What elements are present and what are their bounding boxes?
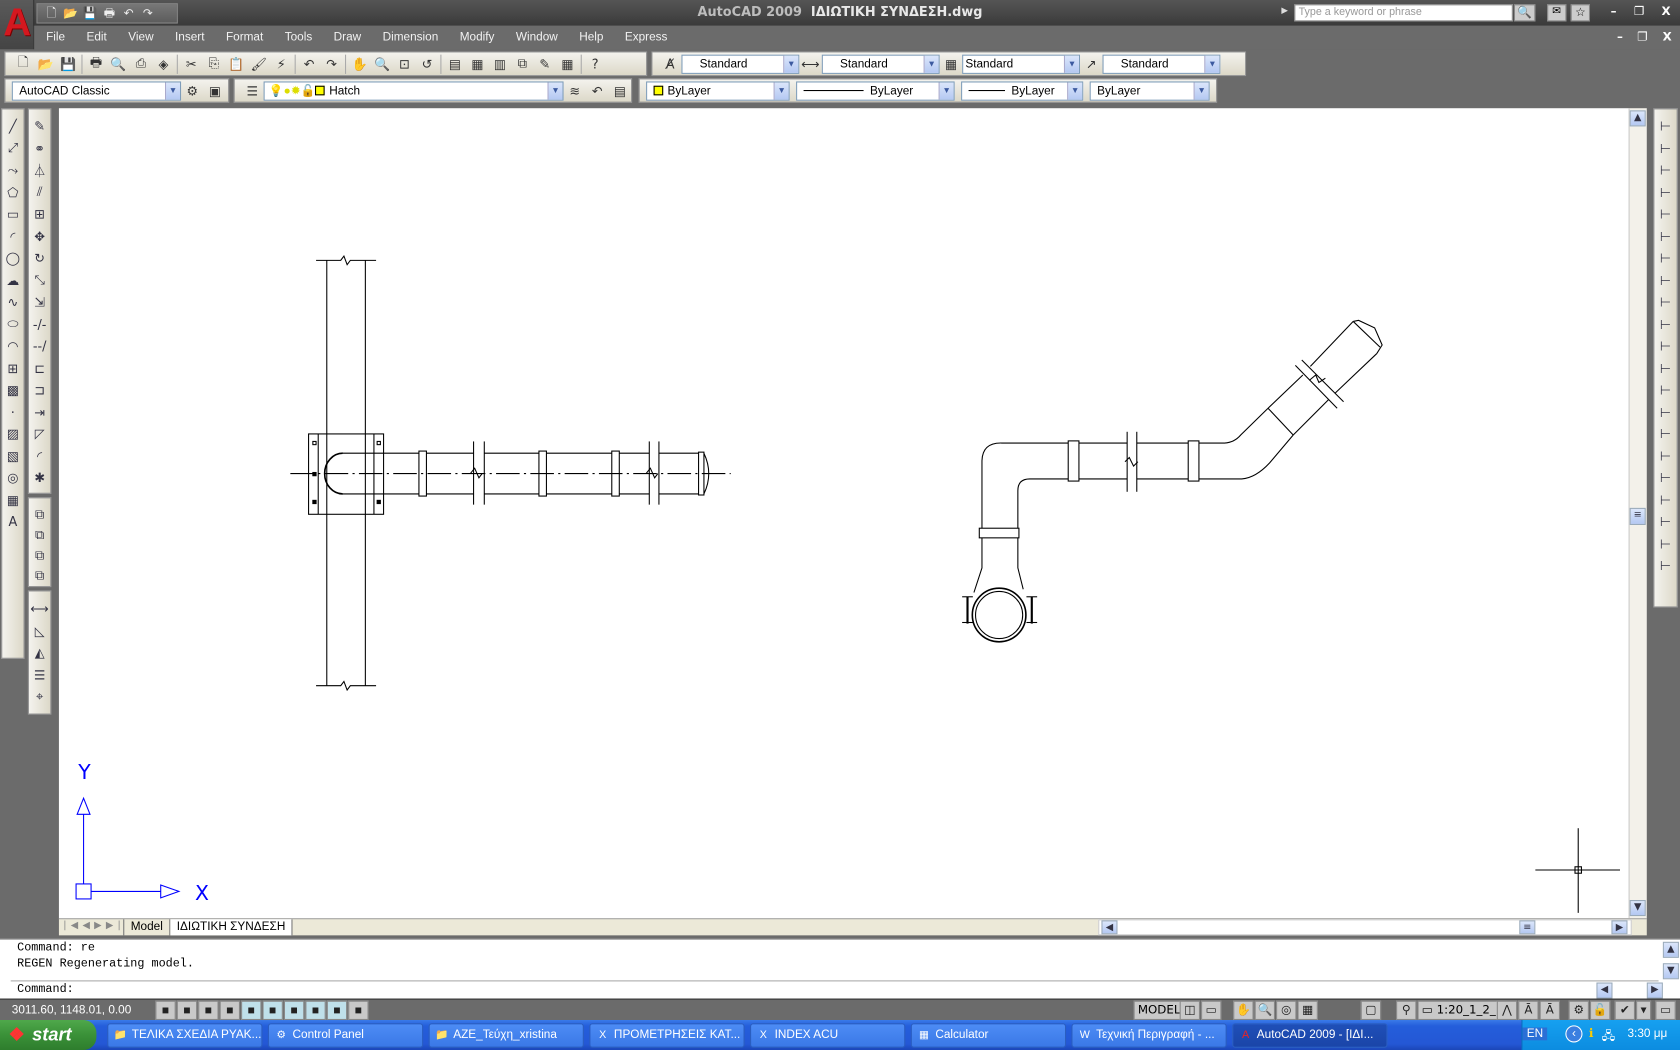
break-line-bottom	[316, 680, 377, 692]
excel-icon: X	[759, 1029, 767, 1042]
pipe-coupling	[1067, 440, 1080, 482]
cmd-scroll-left-button[interactable]: ◀	[1596, 982, 1613, 999]
taskbar-item-label: INDEX ACU	[774, 1028, 839, 1042]
workspace-switching-icon[interactable]: ⚙	[1568, 1000, 1589, 1021]
break-line-top	[316, 254, 377, 266]
grid-toggle-icon[interactable]: ▪	[176, 1000, 198, 1021]
pipe-coupling	[978, 527, 1020, 539]
status-bar: 3011.60, 1148.01, 0.00 ▪ ▪ ▪ ▪ ▪ ▪ ▪ ▪ ▪ ▪ MODEL …	[0, 998, 1680, 1022]
tab-nav-arrows[interactable]: |◀◀▶▶|	[63, 920, 125, 931]
cmd-scroll-right-button[interactable]: ▶	[1646, 982, 1663, 999]
horizontal-scrollbar[interactable]: ◀ ≡ ▶	[1098, 919, 1632, 936]
vertical-scrollbar[interactable]: ▲ ≡ ▼	[1628, 108, 1647, 919]
ucs-x-label: X	[195, 881, 209, 905]
command-history-line: Command: re	[17, 941, 95, 955]
taskbar-item-label: AZE_Τεύχη_xristina	[453, 1028, 557, 1042]
taskbar-item[interactable]: 📁 ΤΕΛΙΚΑ ΣΧΕΔΙΑ ΡΥΑΚ...	[107, 1023, 263, 1048]
pan-icon[interactable]: ✋	[1233, 1000, 1254, 1021]
start-button[interactable]: ❖ start	[0, 1020, 97, 1050]
layout-icon[interactable]: ▭	[1201, 1000, 1222, 1021]
showmotion-icon[interactable]: ▦	[1297, 1000, 1318, 1021]
ducs-toggle-icon[interactable]: ▪	[283, 1000, 305, 1021]
pipe-coupling	[1187, 440, 1200, 482]
coordinate-readout: 3011.60, 1148.01, 0.00	[11, 1003, 132, 1017]
autocad-icon: A	[1241, 1029, 1250, 1042]
annotation-scale-button[interactable]: ▭ 1:20_1_2_1	[1417, 1000, 1508, 1021]
zoom-icon[interactable]: 🔍	[1254, 1000, 1276, 1021]
calculator-icon: ▦	[919, 1029, 930, 1042]
snap-toggle-icon[interactable]: ▪	[155, 1000, 176, 1021]
crosshair-cursor	[1535, 828, 1621, 913]
folder-icon: 📁	[435, 1029, 449, 1042]
taskbar-item-label: AutoCAD 2009 - [ΙΔΙ...	[1256, 1028, 1374, 1042]
taskbar-item[interactable]: ⚙ Control Panel	[267, 1023, 424, 1048]
command-window: Command: re REGEN Regenerating model. Co…	[0, 938, 1680, 999]
control-panel-icon: ⚙	[276, 1029, 287, 1042]
qp-toggle-icon[interactable]: ▪	[348, 1000, 369, 1021]
network-tray-icon[interactable]: 🖧	[1602, 1026, 1615, 1046]
auto-scale-icon[interactable]: Ā	[1518, 1000, 1539, 1021]
taskbar-item[interactable]: X INDEX ACU	[750, 1023, 906, 1048]
scroll-down-button[interactable]: ▼	[1629, 900, 1646, 917]
drawing-svg: Y X	[75, 254, 1621, 913]
tray-expand-icon[interactable]: ‹	[1565, 1025, 1583, 1043]
taskbar-item-label: Control Panel	[292, 1028, 364, 1042]
steering-wheel-icon[interactable]: ◎	[1276, 1000, 1297, 1021]
wall-section-drawing	[290, 254, 731, 692]
scroll-left-button[interactable]: ◀	[1101, 920, 1118, 935]
word-icon: W	[1079, 1029, 1090, 1042]
folder-icon: 📁	[113, 1029, 128, 1042]
taskbar-item-label: ΠΡΟΜΕΤΡΗΣΕΙΣ ΚΑΤ...	[613, 1028, 741, 1042]
windows-logo-icon: ❖	[8, 1024, 25, 1045]
language-indicator[interactable]: EN	[1522, 1027, 1548, 1041]
command-prompt[interactable]: Command:	[17, 984, 74, 997]
pipe-elbow-drawing	[962, 319, 1383, 643]
taskbar-item-label: Τεχνική Περιγραφή - ...	[1096, 1028, 1215, 1042]
otrack-toggle-icon[interactable]: ▪	[262, 1000, 283, 1021]
system-tray: EN ‹ ℹ 🖧 3:30 μμ	[1521, 1020, 1680, 1050]
polar-toggle-icon[interactable]: ▪	[219, 1000, 241, 1021]
windows-taskbar: ❖ start 📁 ΤΕΛΙΚΑ ΣΧΕΔΙΑ ΡΥΑΚ... ⚙ Control Pa…	[0, 1020, 1680, 1050]
scroll-right-button[interactable]: ▶	[1611, 920, 1628, 935]
scroll-thumb[interactable]: ≡	[1629, 507, 1646, 526]
clean-screen-icon[interactable]: ▭	[1655, 1000, 1676, 1021]
taskbar-item[interactable]: 📁 AZE_Τεύχη_xristina	[428, 1023, 584, 1048]
model-icon[interactable]: ◫	[1179, 1000, 1201, 1021]
clock: 3:30 μμ	[1627, 1027, 1668, 1041]
scroll-thumb[interactable]: ≡	[1519, 920, 1536, 935]
annotation-icon[interactable]: ⚲	[1396, 1000, 1417, 1021]
osnap-toggle-icon[interactable]: ▪	[241, 1000, 262, 1021]
info-tray-icon[interactable]: ℹ	[1589, 1026, 1593, 1041]
ortho-toggle-icon[interactable]: ▪	[198, 1000, 219, 1021]
status-tray-settings-icon[interactable]: ✔	[1614, 1000, 1636, 1021]
layout-tabs-bar: |◀◀▶▶| Model ΙΔΙΩΤΙΚΗ ΣΥΝΔΕΣΗ ◀ ≡ ▶	[58, 918, 1647, 936]
command-history-line: REGEN Regenerating model.	[17, 957, 194, 971]
status-menu-arrow-icon[interactable]: ▾	[1636, 1000, 1652, 1021]
autocad-window: AutoCAD 2009 ΙΔΙΩΤΙΚΗ ΣΥΝΔΕΣΗ.dwg Type a…	[0, 0, 1680, 1050]
taskbar-item[interactable]: W Τεχνική Περιγραφή - ...	[1071, 1023, 1227, 1048]
cmd-scroll-up-button[interactable]: ▲	[1662, 941, 1679, 958]
ucs-y-label: Y	[77, 760, 91, 784]
taskbar-item[interactable]: X ΠΡΟΜΕΤΡΗΣΕΙΣ ΚΑΤ...	[589, 1023, 745, 1048]
maximize-viewport-icon[interactable]: ▢	[1360, 1000, 1382, 1021]
cmd-scroll-down-button[interactable]: ▼	[1662, 963, 1679, 980]
taskbar-item[interactable]: ▦ Calculator	[910, 1023, 1067, 1048]
annotation-auto-icon[interactable]: Ā	[1539, 1000, 1561, 1021]
tab-layout[interactable]: ΙΔΙΩΤΙΚΗ ΣΥΝΔΕΣΗ	[170, 919, 293, 936]
annotation-scale-icon: ▭	[1421, 1002, 1437, 1017]
taskbar-item-label: Calculator	[935, 1028, 989, 1042]
tab-model[interactable]: Model	[123, 919, 171, 936]
model-space-button[interactable]: MODEL	[1133, 1000, 1185, 1021]
excel-icon: X	[599, 1029, 607, 1042]
annotation-visibility-icon[interactable]: ⋀	[1496, 1000, 1518, 1021]
lock-icon[interactable]: 🔓	[1590, 1000, 1611, 1021]
taskbar-item-label: ΤΕΛΙΚΑ ΣΧΕΔΙΑ ΡΥΑΚ...	[131, 1028, 262, 1042]
lwt-toggle-icon[interactable]: ▪	[326, 1000, 348, 1021]
scroll-up-button[interactable]: ▲	[1629, 110, 1646, 127]
dyn-toggle-icon[interactable]: ▪	[305, 1000, 326, 1021]
taskbar-item[interactable]: A AutoCAD 2009 - [ΙΔΙ...	[1232, 1023, 1388, 1048]
ucs-icon: Y X	[75, 760, 209, 905]
pipe-clamp-ring	[971, 587, 1027, 643]
